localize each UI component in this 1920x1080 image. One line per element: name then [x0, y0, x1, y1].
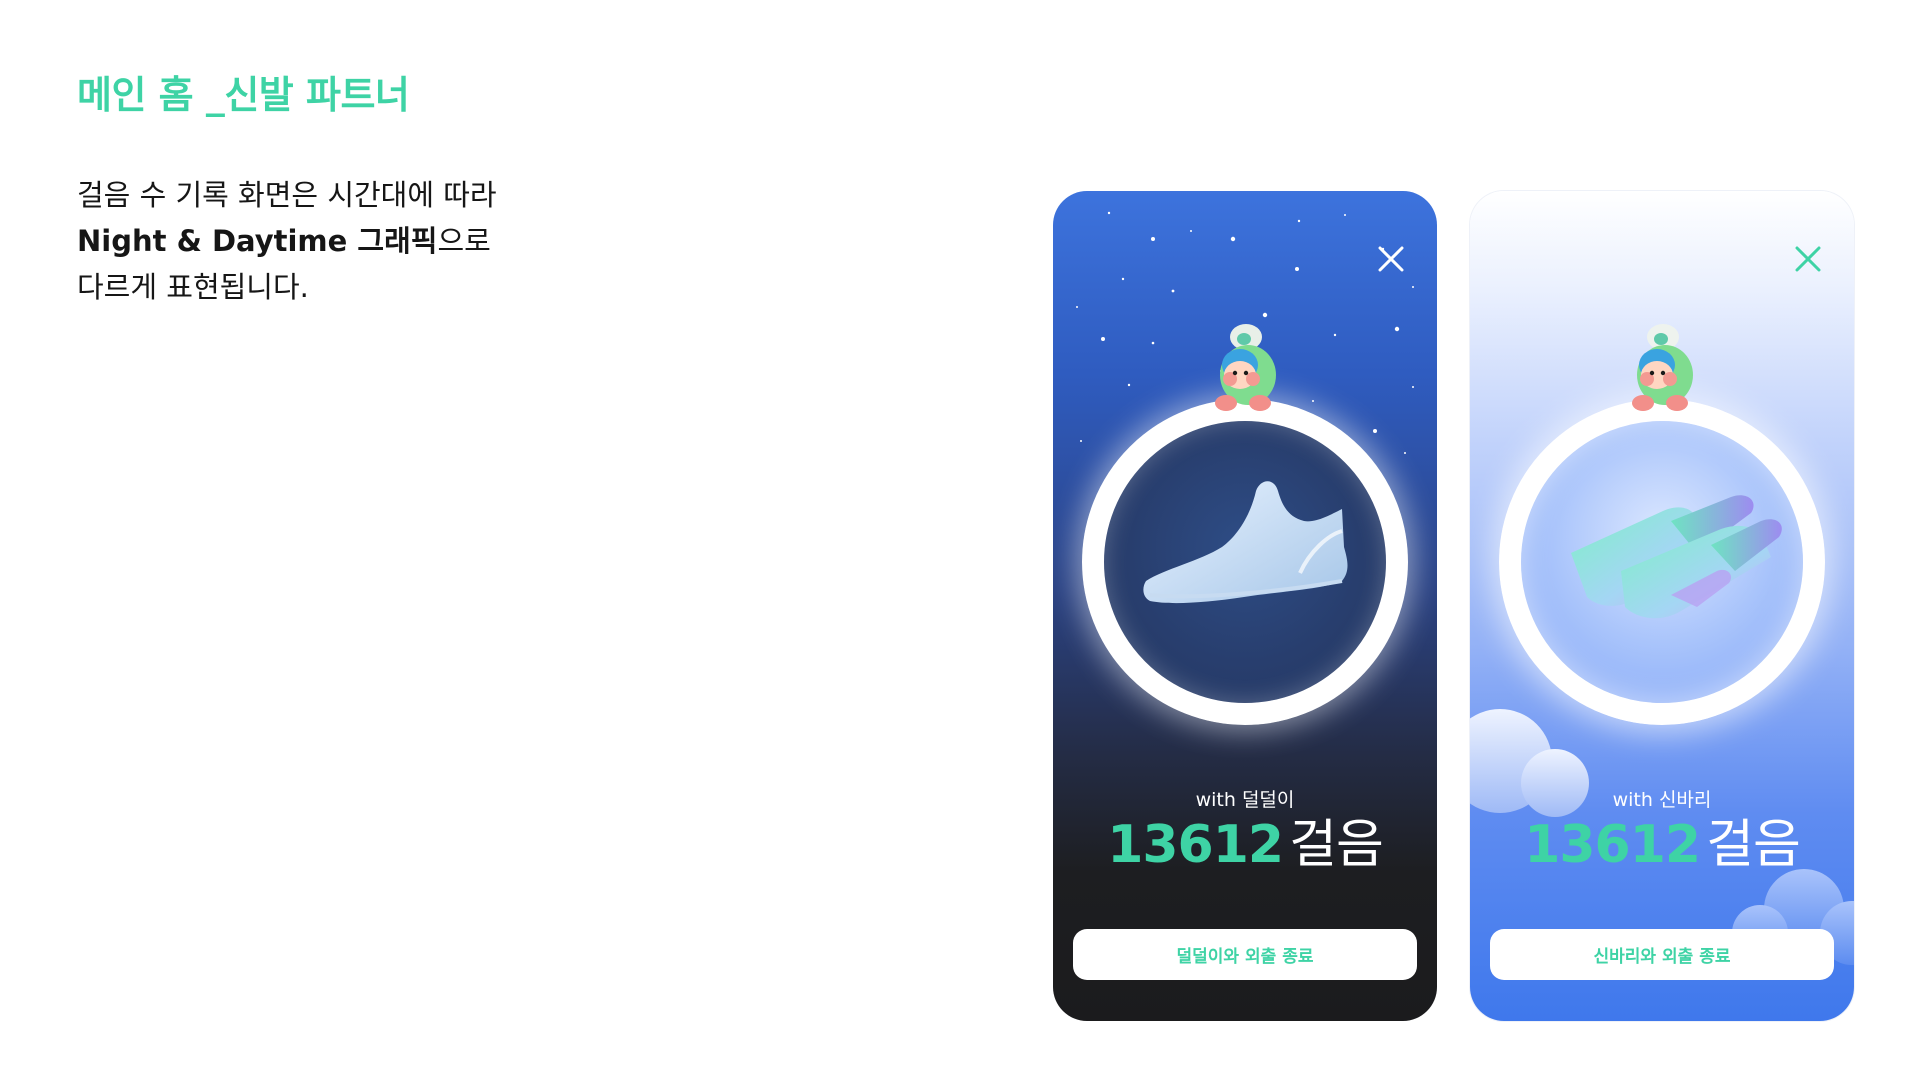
end-outing-button[interactable]: 신바리와 외출 종료	[1490, 929, 1834, 980]
description-line-2-rest: 으로	[437, 224, 491, 258]
description-line-3: 다르게 표현됩니다.	[77, 270, 309, 304]
page-title: 메인 홈 _신발 파트너	[77, 73, 410, 117]
day-phone-screen: with 신바리 13612 걸음 신바리와 외출 종료	[1470, 191, 1854, 1021]
step-count: 13612 걸음	[1053, 813, 1437, 877]
mascot-icon	[1625, 321, 1701, 413]
mascot-icon	[1208, 321, 1284, 413]
description-line-2-bold: Night & Daytime 그래픽	[77, 224, 438, 258]
step-ring	[1499, 399, 1825, 725]
partner-label: with 신바리	[1612, 789, 1712, 811]
partner-label: with 덜덜이	[1195, 789, 1295, 811]
step-count: 13612 걸음	[1470, 813, 1854, 877]
page-description: 걸음 수 기록 화면은 시간대에 따라 Night & Daytime 그래픽으…	[77, 172, 497, 310]
step-count-value: 13612	[1107, 815, 1284, 875]
slipper-icon	[1571, 495, 1782, 619]
sneaker-icon	[1143, 481, 1348, 604]
description-line-1: 걸음 수 기록 화면은 시간대에 따라	[77, 178, 497, 212]
step-count-unit: 걸음	[1706, 815, 1801, 875]
close-icon[interactable]	[1792, 243, 1824, 275]
step-count-unit: 걸음	[1289, 815, 1384, 875]
close-icon[interactable]	[1375, 243, 1407, 275]
end-outing-button[interactable]: 덜덜이와 외출 종료	[1073, 929, 1417, 980]
step-ring	[1082, 399, 1408, 725]
step-count-value: 13612	[1524, 815, 1701, 875]
night-phone-screen: with 덜덜이 13612 걸음 덜덜이와 외출 종료	[1053, 191, 1437, 1021]
description-line-2: Night & Daytime 그래픽으로	[77, 218, 497, 264]
